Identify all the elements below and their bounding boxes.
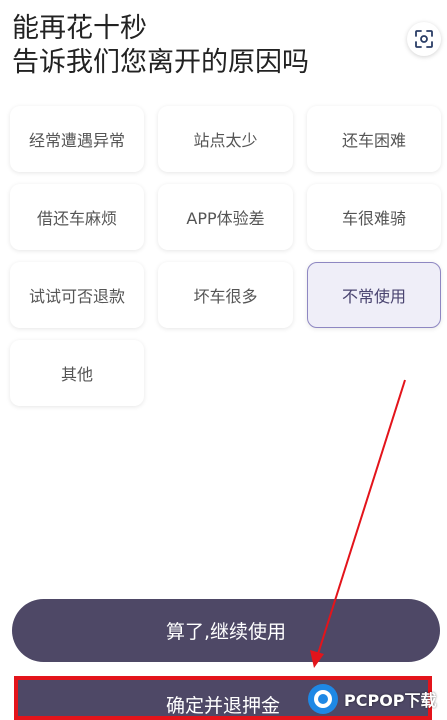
reason-chip-2[interactable]: 还车困难: [307, 106, 441, 172]
reason-chip-6[interactable]: 试试可否退款: [10, 262, 144, 328]
title-line-2: 告诉我们您离开的原因吗: [12, 47, 309, 78]
reason-chip-8-selected[interactable]: 不常使用: [307, 262, 441, 328]
watermark: PCPOP下载: [306, 680, 437, 718]
reason-chip-4[interactable]: APP体验差: [158, 184, 293, 250]
pcpop-logo-icon: [308, 684, 338, 714]
reason-chip-9[interactable]: 其他: [10, 340, 144, 406]
continue-using-button[interactable]: 算了,继续使用: [12, 599, 440, 662]
scan-button[interactable]: [407, 22, 441, 56]
title-line-1: 能再花十秒: [12, 13, 147, 44]
reason-chip-7[interactable]: 坏车很多: [158, 262, 293, 328]
page-title: 能再花十秒 告诉我们您离开的原因吗: [12, 12, 309, 80]
reason-chip-0[interactable]: 经常遭遇异常: [10, 106, 144, 172]
reason-chip-5[interactable]: 车很难骑: [307, 184, 441, 250]
reason-chip-3[interactable]: 借还车麻烦: [10, 184, 144, 250]
watermark-text: PCPOP下载: [344, 691, 437, 710]
reason-grid: 经常遭遇异常 站点太少 还车困难 借还车麻烦 APP体验差 车很难骑 试试可否退…: [10, 106, 441, 406]
reason-chip-1[interactable]: 站点太少: [158, 106, 293, 172]
scan-icon: [415, 30, 433, 48]
